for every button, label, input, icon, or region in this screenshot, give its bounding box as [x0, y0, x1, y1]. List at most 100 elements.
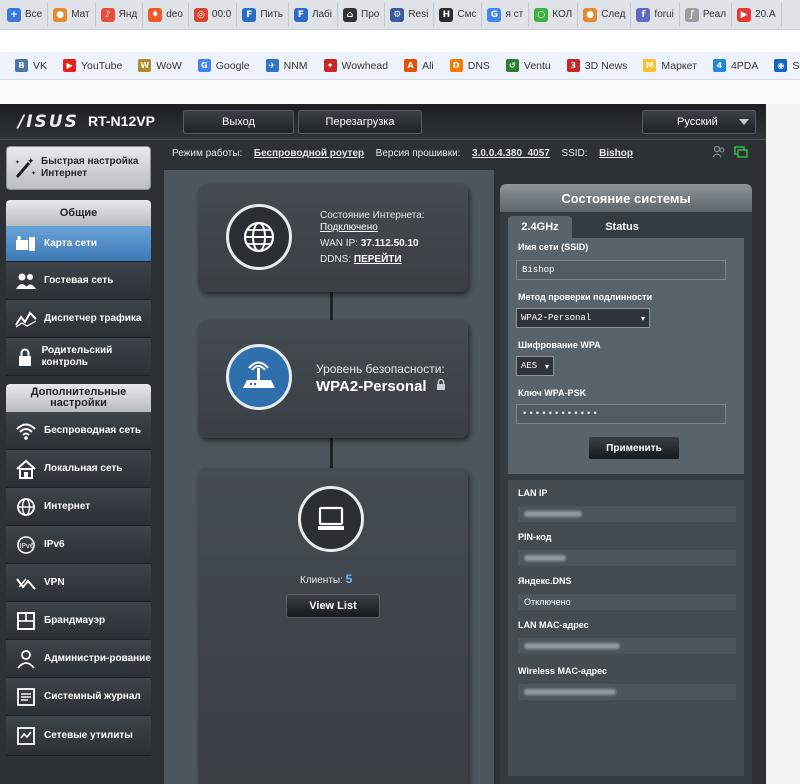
firewall-icon: [12, 607, 40, 635]
browser-tab[interactable]: ⚙ Resi: [385, 2, 435, 27]
nav-item-guest-network[interactable]: Гостевая сеть: [6, 262, 151, 300]
auth-method-select[interactable]: WPA2-Personal ▾: [516, 308, 650, 328]
browser-tab[interactable]: ∫ Реал: [680, 2, 733, 27]
lan-mac-value: [518, 638, 736, 654]
nav-item-globe[interactable]: Интернет: [6, 488, 151, 526]
browser-tab[interactable]: ○ КОЛ: [529, 2, 579, 27]
bookmark-item[interactable]: ✦ Wowhead: [317, 55, 396, 77]
pin-code-label: PIN-код: [518, 532, 552, 542]
browser-tab[interactable]: Gя ст: [482, 2, 530, 27]
browser-tab[interactable]: F Пить: [237, 2, 289, 27]
browser-tab[interactable]: F Лабі: [289, 2, 339, 27]
nav-item-wireless[interactable]: Беспроводная сеть: [6, 412, 151, 450]
bookmark-item[interactable]: D DNS: [443, 55, 497, 77]
mode-link[interactable]: Беспроводной роутер: [254, 148, 364, 159]
tab-2-4ghz[interactable]: 2.4GHz: [508, 216, 572, 238]
tab-favicon-icon: ⌂: [343, 7, 358, 22]
tab-label: Реал: [702, 9, 727, 20]
browser-tab[interactable]: ⌂ Про: [338, 2, 386, 27]
nav-item-network-map[interactable]: Карта сети: [6, 226, 151, 262]
page-top-margin: [0, 80, 800, 104]
internet-card[interactable]: Состояние Интернета: Подключено WAN IP: …: [198, 184, 468, 292]
yandex-dns-value: Отключено: [518, 594, 736, 610]
traffic-manager-icon: [12, 305, 40, 333]
bookmark-label: Wowhead: [341, 59, 389, 72]
nav-item-system-log[interactable]: Системный журнал: [6, 678, 151, 716]
browser-tab[interactable]: f forui: [631, 2, 680, 27]
bookmark-favicon-icon: ◉: [774, 59, 788, 72]
bookmark-label: 4PDA: [730, 59, 759, 72]
clients-card[interactable]: Клиенты: 5 View List: [198, 468, 468, 784]
tab-label: Янд: [118, 9, 138, 20]
users-icon[interactable]: [712, 146, 726, 158]
nav-item-admin[interactable]: Администри-рование: [6, 640, 151, 678]
bookmark-item[interactable]: 4 4PDA: [706, 55, 765, 77]
bookmark-favicon-icon: ↺: [505, 59, 519, 72]
auth-method-value: WPA2-Personal: [521, 313, 592, 323]
network-status-icon[interactable]: [734, 146, 748, 158]
quick-setup-button[interactable]: ✦ ✦ ✦ Быстрая настройка Интернет: [6, 146, 151, 190]
bookmark-item[interactable]: W WoW: [131, 55, 188, 77]
bookmark-label: NNM: [283, 59, 308, 72]
firmware-link[interactable]: 3.0.0.4.380_4057: [472, 148, 550, 159]
bookmark-item[interactable]: ✈ NNM: [259, 55, 315, 77]
nav-item-vpn[interactable]: VPN: [6, 564, 151, 602]
language-select[interactable]: Русский: [642, 110, 756, 134]
parental-control-icon: [12, 343, 38, 371]
nav-item-label: Карта сети: [44, 237, 98, 249]
reboot-button[interactable]: Перезагрузка: [298, 110, 422, 134]
nav-item-parental-control[interactable]: Родительский контроль: [6, 338, 151, 376]
view-list-button[interactable]: View List: [286, 594, 380, 618]
ssid-field-label: Имя сети (SSID): [518, 242, 589, 252]
ssid-link[interactable]: Bishop: [599, 148, 633, 159]
nav-item-network-tools[interactable]: Сетевые утилиты: [6, 716, 151, 756]
browser-tab[interactable]: ▶ 20.А: [732, 2, 782, 27]
tab-status[interactable]: Status: [582, 216, 662, 238]
nav-item-label: Сетевые утилиты: [44, 729, 133, 741]
bookmark-item[interactable]: ↺ Ventu: [499, 55, 558, 77]
nav-item-firewall[interactable]: Брандмауэр: [6, 602, 151, 640]
clients-row: Клиенты: 5: [300, 572, 352, 586]
browser-tab[interactable]: H Смс: [434, 2, 483, 27]
ssid-input[interactable]: Bishop: [516, 260, 726, 280]
browser-tab[interactable]: ♪ Янд: [96, 2, 144, 27]
bookmark-label: Ventu: [523, 59, 551, 72]
browser-tab[interactable]: ◎ 00:0: [189, 2, 238, 27]
browser-tab[interactable]: ● След: [578, 2, 632, 27]
nav-item-ipv6[interactable]: IPv6 IPv6: [6, 526, 151, 564]
tab-favicon-icon: ▶: [737, 7, 752, 22]
bookmark-item[interactable]: 3 3D News: [560, 55, 635, 77]
wpa-psk-input[interactable]: ••••••••••••: [516, 404, 726, 424]
tab-favicon-icon: ♪: [100, 7, 115, 22]
network-tools-icon: [12, 722, 40, 750]
nav-item-home[interactable]: Локальная сеть: [6, 450, 151, 488]
bookmark-item[interactable]: В VK: [8, 55, 54, 77]
status-icons: [712, 146, 748, 158]
redacted-value: [524, 555, 566, 561]
bookmark-item[interactable]: G Google: [191, 55, 257, 77]
wireless-mac-label: Wireless MAC-адрес: [518, 666, 608, 676]
bookmark-item[interactable]: ◉ Solar Scope: [767, 55, 800, 77]
bookmark-label: Ali: [422, 59, 434, 72]
bookmark-item[interactable]: A Ali: [397, 55, 441, 77]
tab-label: forui: [654, 9, 674, 20]
bookmark-favicon-icon: М: [643, 59, 657, 72]
internet-status-link[interactable]: Подключено: [320, 222, 378, 233]
tab-favicon-icon: ●: [583, 7, 598, 22]
redacted-value: [524, 689, 616, 695]
apply-button[interactable]: Применить: [588, 436, 680, 460]
logout-button[interactable]: Выход: [183, 110, 294, 134]
browser-tab[interactable]: + Все: [2, 2, 49, 27]
wpa-encryption-select[interactable]: AES ▾: [516, 356, 554, 376]
router-card[interactable]: Уровень безопасности: WPA2-Personal: [198, 320, 468, 438]
clients-count: 5: [345, 572, 353, 586]
nav-item-traffic-manager[interactable]: Диспетчер трафика: [6, 300, 151, 338]
browser-tab[interactable]: ● Мат: [48, 2, 96, 27]
bookmark-item[interactable]: М Маркет: [636, 55, 704, 77]
bookmark-item[interactable]: ▶ YouTube: [56, 55, 129, 77]
browser-tab[interactable]: ♦ deo: [143, 2, 189, 27]
tab-label: След: [601, 9, 626, 20]
wpa-psk-label: Ключ WPA-PSK: [518, 388, 587, 398]
ddns-link[interactable]: ПЕРЕЙТИ: [354, 254, 402, 265]
chevron-down-icon: [739, 119, 749, 125]
